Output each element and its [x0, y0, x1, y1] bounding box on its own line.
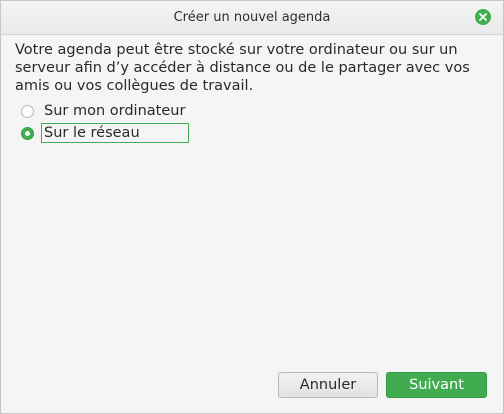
description-text: Votre agenda peut être stocké sur votre … [15, 42, 470, 94]
radio-local[interactable] [21, 104, 34, 118]
close-icon [479, 13, 487, 21]
close-button[interactable] [475, 9, 491, 25]
title-bar: Créer un nouvel agenda [1, 1, 503, 35]
radio-network[interactable] [21, 126, 34, 140]
option-local[interactable]: Sur mon ordinateur [21, 100, 187, 122]
dialog-window: Créer un nouvel agenda Votre agenda peut… [0, 0, 504, 414]
next-button[interactable]: Suivant [386, 372, 487, 398]
dialog-content: Votre agenda peut être stocké sur votre … [15, 41, 485, 95]
option-network[interactable]: Sur le réseau [21, 122, 189, 144]
option-local-label[interactable]: Sur mon ordinateur [42, 102, 187, 120]
option-network-label[interactable]: Sur le réseau [41, 123, 189, 143]
dialog-title: Créer un nouvel agenda [173, 10, 331, 25]
cancel-button[interactable]: Annuler [278, 372, 378, 398]
